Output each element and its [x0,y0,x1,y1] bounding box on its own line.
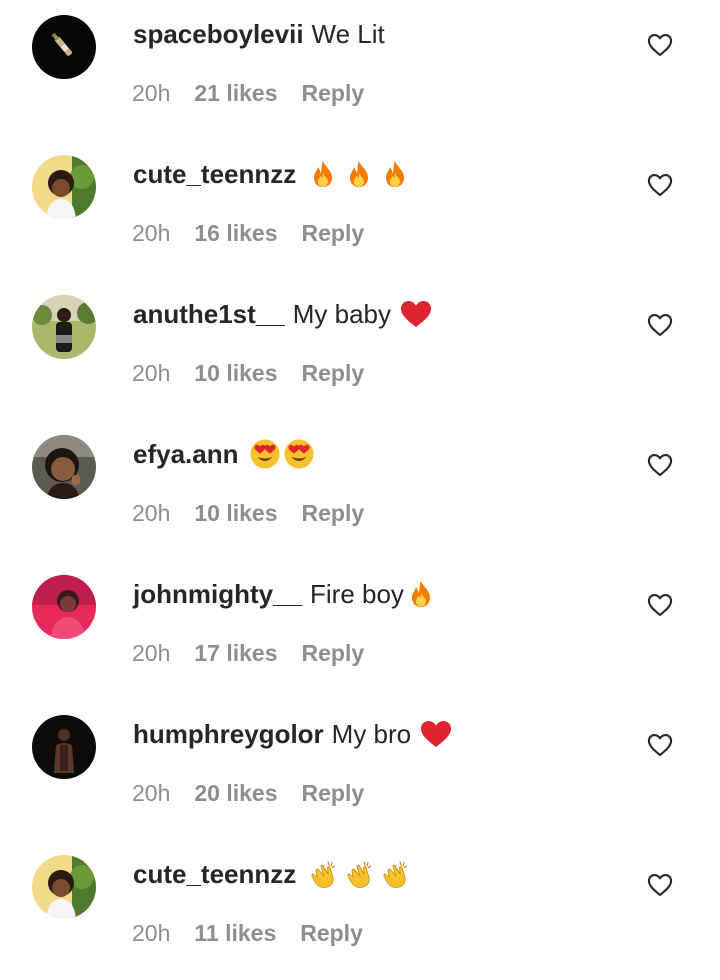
comment-username[interactable]: spaceboylevii [133,16,304,52]
red-heart-emoji-icon [399,299,433,329]
girl-avatar-icon [32,855,96,919]
comment-timestamp: 20h [132,360,171,386]
like-heart-icon[interactable] [646,871,674,899]
comment-username[interactable]: cute_teennzz [133,856,296,892]
red-heart-emoji-icon [419,719,453,749]
comment-item: cute_teennzz 20h 11 likes Reply [0,840,720,980]
comment-text: We Lit [311,19,385,49]
comment-timestamp: 20h [132,780,171,806]
comment-timestamp: 20h [132,640,171,666]
reply-button[interactable]: Reply [302,640,365,666]
comment-item: efya.ann 20h 10 likes Reply [0,420,720,560]
avatar[interactable] [32,295,96,359]
outdoor-avatar-icon [32,295,96,359]
comment-timestamp: 20h [132,500,171,526]
fire-emoji-icon [308,159,338,189]
clapping-hands-emoji-icon [308,859,338,889]
comment-text: Fire boy [310,579,404,609]
reply-button[interactable]: Reply [302,500,365,526]
like-heart-icon[interactable] [646,591,674,619]
fire-emoji-icon [380,159,410,189]
avatar[interactable] [32,435,96,499]
comment-username[interactable]: anuthe1st__ [133,296,285,332]
girl-avatar-icon [32,155,96,219]
comment-likes[interactable]: 16 likes [194,220,277,246]
like-heart-icon[interactable] [646,451,674,479]
comment-likes[interactable]: 20 likes [194,780,277,806]
comment-username[interactable]: efya.ann [133,436,239,472]
like-heart-icon[interactable] [646,311,674,339]
reply-button[interactable]: Reply [302,80,365,106]
like-heart-icon[interactable] [646,171,674,199]
avatar[interactable] [32,575,96,639]
pink-avatar-icon [32,575,96,639]
comment-item: anuthe1st__ My baby 20h 10 likes Reply [0,280,720,420]
comment-item: spaceboylevii We Lit 20h 21 likes Reply [0,0,720,140]
comment-timestamp: 20h [132,220,171,246]
clapping-hands-emoji-icon [380,859,410,889]
heart-eyes-emoji-icon [249,438,281,470]
bottle-avatar-icon [32,15,96,79]
clapping-hands-emoji-icon [344,859,374,889]
comment-likes[interactable]: 17 likes [194,640,277,666]
comment-likes[interactable]: 10 likes [194,360,277,386]
avatar[interactable] [32,715,96,779]
fire-emoji-icon [406,579,436,609]
avatar[interactable] [32,155,96,219]
like-heart-icon[interactable] [646,731,674,759]
comment-text: My baby [292,299,391,329]
reply-button[interactable]: Reply [302,780,365,806]
comment-username[interactable]: cute_teennzz [133,156,296,192]
avatar[interactable] [32,15,96,79]
dark-avatar-icon [32,715,96,779]
like-heart-icon[interactable] [646,31,674,59]
comment-text: My bro [331,719,412,749]
heart-eyes-emoji-icon [283,438,315,470]
comment-item: cute_teennzz 20h 16 likes Reply [0,140,720,280]
comment-item: humphreygolor My bro 20h 20 likes Reply [0,700,720,840]
reply-button[interactable]: Reply [302,360,365,386]
comment-username[interactable]: johnmighty__ [133,576,302,612]
comment-likes[interactable]: 11 likes [194,920,276,946]
comment-likes[interactable]: 10 likes [194,500,277,526]
comment-username[interactable]: humphreygolor [133,716,324,752]
comment-timestamp: 20h [132,920,171,946]
comment-likes[interactable]: 21 likes [194,80,277,106]
avatar[interactable] [32,855,96,919]
comment-timestamp: 20h [132,80,171,106]
comment-item: johnmighty__ Fire boy 20h 17 likes Reply [0,560,720,700]
reply-button[interactable]: Reply [300,920,363,946]
fire-emoji-icon [344,159,374,189]
selfie-avatar-icon [32,435,96,499]
reply-button[interactable]: Reply [302,220,365,246]
